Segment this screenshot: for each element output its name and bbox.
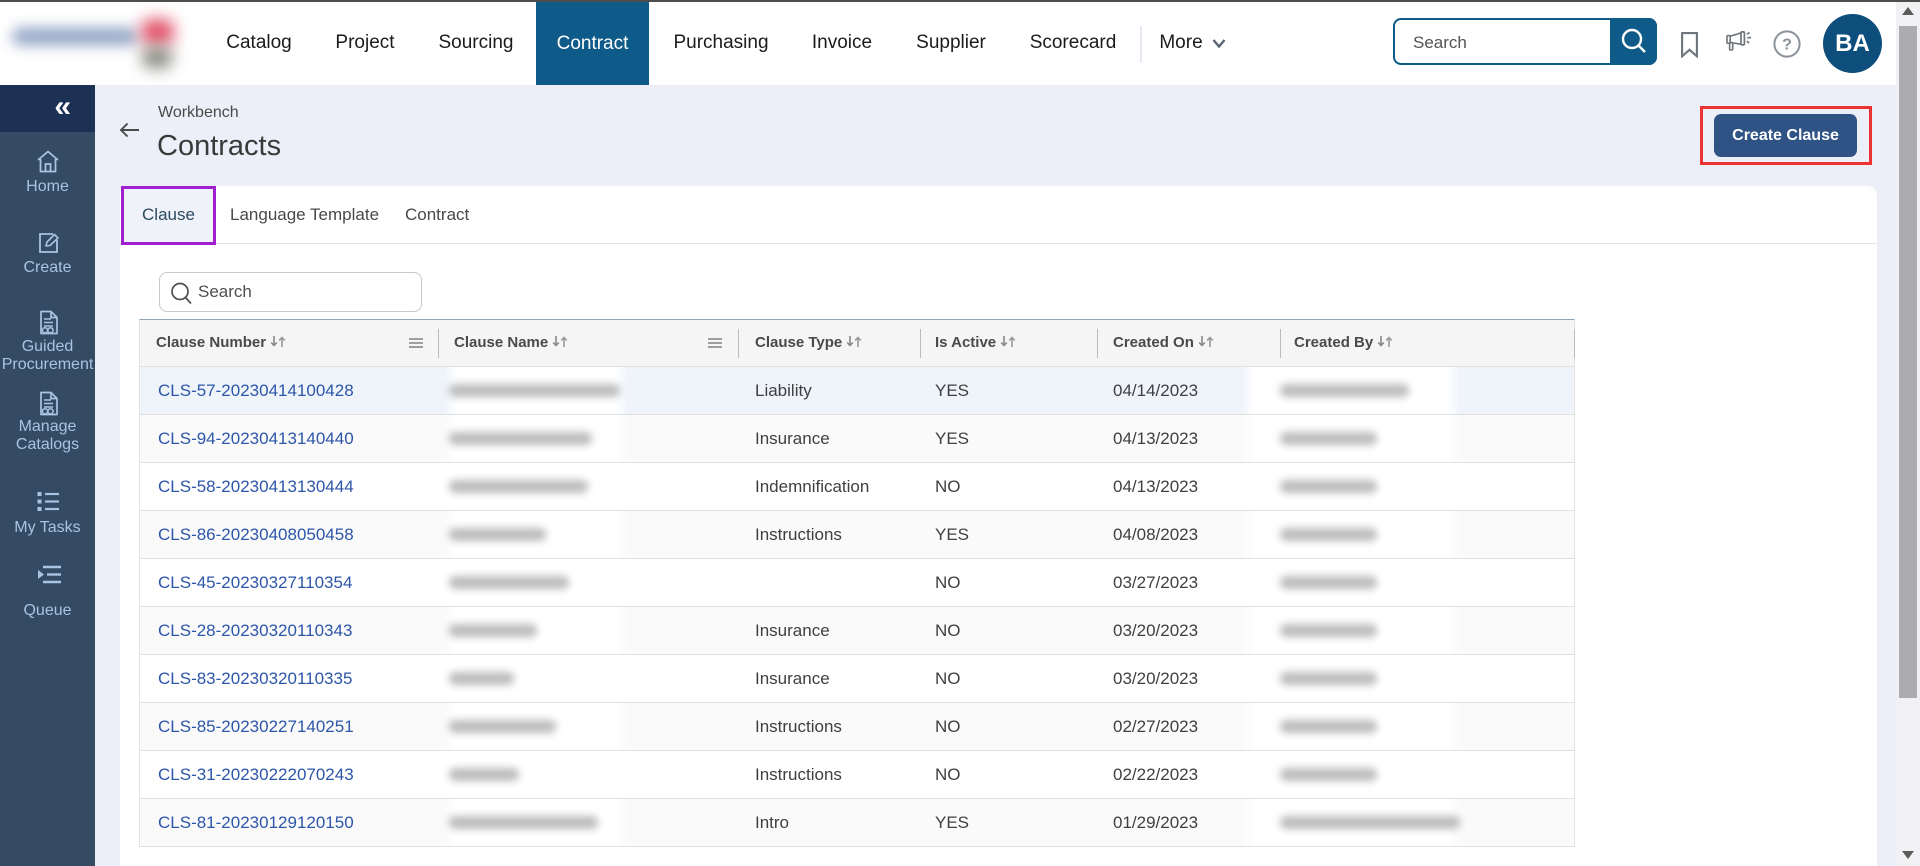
svg-text:?: ? bbox=[1782, 37, 1792, 54]
